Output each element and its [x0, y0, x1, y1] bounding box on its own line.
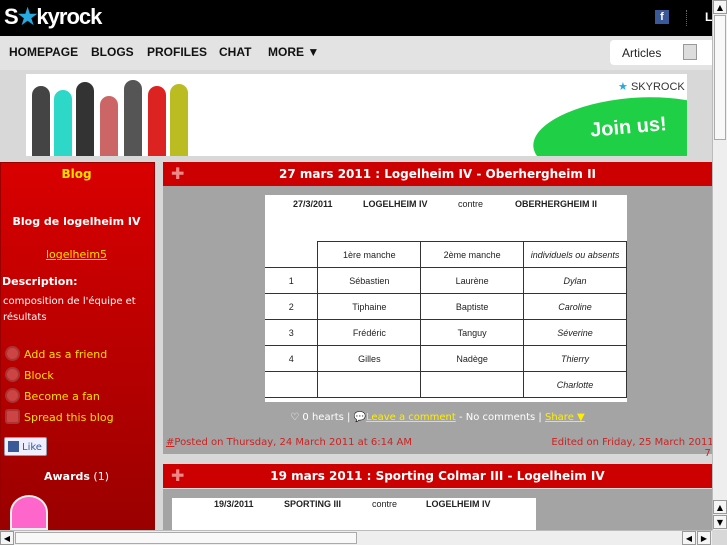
table-cell: Dylan [523, 267, 627, 294]
nav-blogs[interactable]: BLOGS [91, 45, 134, 59]
share-link[interactable]: Share ▼ [545, 412, 585, 423]
table-cell: Laurène [420, 267, 525, 294]
post-header: ✚ 19 mars 2011 : Sporting Colmar III - Lo… [163, 464, 712, 488]
block-link[interactable]: Block [5, 367, 54, 382]
post-image-table: 19/3/2011 SPORTING III contre LOGELHEIM … [172, 498, 536, 530]
scroll-left-button[interactable]: ◀ [0, 531, 14, 545]
add-friend-icon [5, 346, 20, 361]
facebook-icon [8, 441, 19, 452]
username-link[interactable]: logelheim5 [46, 248, 107, 261]
divider [686, 10, 687, 26]
edited-date: Edited on Friday, 25 March 2011 at 7:43 [551, 437, 727, 459]
posted-date: #Posted on Thursday, 24 March 2011 at 6:… [166, 437, 413, 448]
blog-name: Blog de logelheim IV [12, 215, 141, 228]
table-cell: 1 [265, 267, 319, 294]
table-cell: 3 [265, 319, 319, 346]
table-cell: Sébastien [317, 267, 422, 294]
nav-more[interactable]: MORE ▼ [268, 45, 319, 59]
table-cell: Baptiste [420, 293, 525, 320]
hearts-count: 0 hearts [302, 412, 344, 423]
horizontal-scrollbar[interactable]: ◀ ◀ ▶ [0, 530, 712, 545]
facebook-like-button[interactable]: Like [4, 437, 47, 456]
description-text: composition de l'équipe et résultats [3, 296, 136, 323]
table-cell: individuels ou absents [523, 241, 627, 268]
table-cell: Caroline [523, 293, 627, 320]
table-cell [265, 241, 319, 268]
block-icon [5, 367, 20, 382]
expand-icon[interactable]: ✚ [171, 464, 184, 488]
search-type-select[interactable]: Articles [610, 40, 712, 65]
table-row: Charlotte [265, 371, 627, 398]
add-friend-link[interactable]: Add as a friend [5, 346, 107, 361]
comments-count: - No comments | [458, 412, 542, 423]
awards-heading: Awards (1) [43, 470, 110, 483]
become-fan-link[interactable]: Become a fan [5, 388, 100, 403]
nav-profiles[interactable]: PROFILES [147, 45, 207, 59]
scroll-up-button[interactable]: ▲ [713, 500, 727, 514]
post-title[interactable]: 27 mars 2011 : Logelheim IV - Oberherghe… [279, 167, 596, 181]
comment-icon: 💬 [353, 412, 367, 423]
vertical-scrollbar[interactable]: ▲ ▲ ▼ [712, 0, 727, 530]
table-row: 2 Tiphaine Baptiste Caroline [265, 293, 627, 320]
table-cell: 1ère manche [317, 241, 422, 268]
table-cell: Nadège [420, 345, 525, 372]
table-cell: Tiphaine [317, 293, 422, 320]
table-cell: Tanguy [420, 319, 525, 346]
post-actions: ♡ 0 hearts | 💬Leave a comment - No comme… [290, 412, 585, 423]
scroll-thumb[interactable] [714, 15, 726, 140]
post-header: ✚ 27 mars 2011 : Logelheim IV - Oberhergh… [163, 162, 712, 186]
skyrock-brand: ★ SKYROCK [618, 81, 685, 93]
sidebar-title: Blog [61, 167, 92, 181]
scroll-right-button[interactable]: ▶ [697, 531, 711, 545]
table-cell: 4 [265, 345, 319, 372]
nav-homepage[interactable]: HOMEPAGE [9, 45, 78, 59]
table-row: 1ère manche 2ème manche individuels ou abs… [265, 241, 627, 268]
table-cell: 2ème manche [420, 241, 525, 268]
table-cell: Charlotte [523, 371, 627, 398]
post-title[interactable]: 19 mars 2011 : Sporting Colmar III - Log… [270, 469, 604, 483]
scroll-down-button[interactable]: ▼ [713, 515, 727, 529]
join-banner[interactable]: ★ SKYROCK Join us! [26, 74, 687, 156]
dropdown-button[interactable] [683, 44, 697, 60]
facebook-icon[interactable]: f [655, 10, 669, 24]
scroll-left-button[interactable]: ◀ [682, 531, 696, 545]
scroll-thumb[interactable] [15, 532, 357, 544]
leave-comment-link[interactable]: Leave a comment [366, 412, 456, 423]
table-row: 1 Sébastien Laurène Dylan [265, 267, 627, 294]
star-icon [5, 388, 20, 403]
join-us-button[interactable]: Join us! [529, 89, 687, 156]
table-cell [420, 371, 525, 398]
table-cell: Thierry [523, 345, 627, 372]
skyrock-logo[interactable]: S★kyrock [4, 4, 102, 30]
table-cell: Frédéric [317, 319, 422, 346]
table-cell: 2 [265, 293, 319, 320]
select-value: Articles [622, 46, 662, 60]
post-image-table: 27/3/2011 LOGELHEIM IV contre OBERHERGHE… [265, 195, 627, 402]
top-bar [0, 0, 712, 36]
table-cell [265, 371, 319, 398]
expand-icon[interactable]: ✚ [171, 162, 184, 186]
scroll-up-button[interactable]: ▲ [713, 0, 727, 14]
table-row: 4 Gilles Nadège Thierry [265, 345, 627, 372]
award-cake-icon[interactable] [10, 495, 48, 530]
table-cell: Gilles [317, 345, 422, 372]
table-row: 3 Frédéric Tanguy Séverine [265, 319, 627, 346]
spread-blog-link[interactable]: Spread this blog [5, 409, 114, 424]
nav-chat[interactable]: CHAT [219, 45, 251, 59]
spread-icon [5, 409, 20, 424]
description-label: Description: [2, 275, 78, 288]
table-cell: Séverine [523, 319, 627, 346]
heart-icon[interactable]: ♡ [290, 412, 299, 423]
table-cell [317, 371, 422, 398]
